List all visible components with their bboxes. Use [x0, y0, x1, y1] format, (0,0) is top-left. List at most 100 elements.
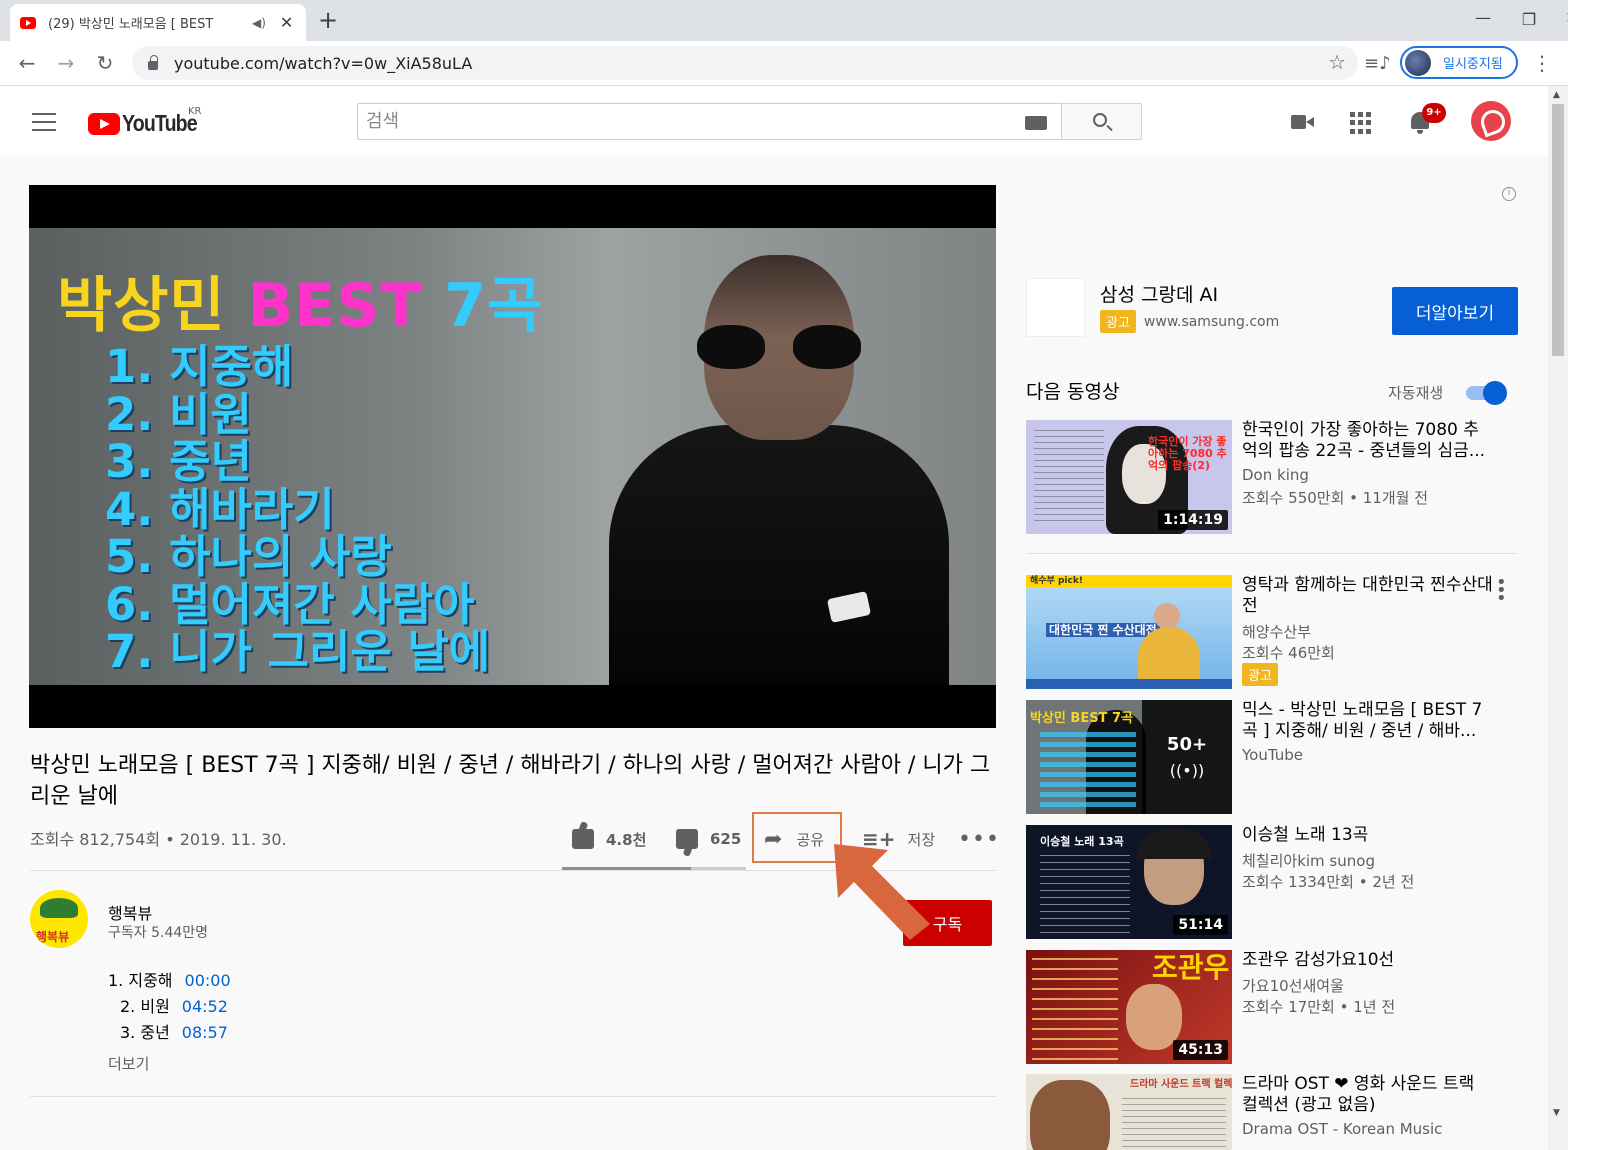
channel-name[interactable]: 행복뷰 [108, 900, 152, 924]
timestamp-link[interactable]: 00:00 [185, 968, 231, 994]
recommendation-channel[interactable]: 해양수산부 [1242, 621, 1311, 642]
url-text[interactable]: youtube.com/watch?v=0w_XiA58uLA [174, 54, 472, 73]
recommendation-meta: 조회수 17만회 • 1년 전 [1242, 998, 1396, 1016]
recommendation-channel[interactable]: 가요10선새여울 [1242, 975, 1344, 996]
ad-url: www.samsung.com [1143, 313, 1280, 330]
recommendation-thumbnail[interactable]: 해수부 pick! 대한민국 찐 수산대전 [1026, 575, 1232, 689]
scroll-down-icon[interactable]: ▼ [1553, 1108, 1560, 1118]
profile-avatar [1405, 49, 1431, 76]
new-tab-button[interactable]: + [318, 6, 338, 34]
share-button[interactable]: ➦ 공유 [764, 818, 824, 860]
recommendation-thumbnail[interactable]: 이승철 노래 13곡 51:14 [1026, 825, 1232, 939]
share-label: 공유 [796, 830, 825, 849]
back-arrow-icon[interactable]: ← [12, 48, 42, 78]
more-actions-button[interactable]: ••• [958, 818, 1000, 860]
recommendation-title[interactable]: 조관우 감성가요10선 [1242, 950, 1494, 971]
video-player[interactable]: 박상민 BEST 7곡 1. 지중해 2. 비원 3. 중년 4. 해바라기 5… [29, 185, 996, 728]
sidebar-ad[interactable]: 삼성 그랑데 AI 광고 www.samsung.com 더알아보기 [1026, 278, 1518, 338]
media-control-icon[interactable]: ≡♪ [1364, 53, 1391, 74]
minimize-button[interactable]: — [1460, 4, 1506, 32]
timestamp-link[interactable]: 04:52 [182, 994, 228, 1020]
recommendation-item[interactable]: 드라마 사운드 트랙 컬렉션 드라마 OST ❤ 영화 사운드 트랙 컬렉션 (… [1026, 1074, 1518, 1150]
recommendation-meta: 조회수 46만회 [1242, 644, 1335, 662]
browser-tab[interactable]: (29) 박상민 노래모음 [ BEST ◀) ✕ [10, 4, 306, 41]
keyboard-icon[interactable] [1025, 116, 1047, 130]
subscriber-count: 구독자 5.44만명 [108, 925, 209, 941]
notification-count-badge: 9+ [1422, 103, 1446, 123]
dislike-count: 625 [710, 830, 742, 848]
lock-icon [148, 54, 158, 70]
duration-badge: 51:14 [1173, 915, 1228, 935]
recommendation-item[interactable]: 이승철 노래 13곡 51:14 이승철 노래 13곡 체칠리아kim suno… [1026, 825, 1518, 939]
restore-button[interactable]: ❐ [1506, 6, 1552, 34]
autoplay-label: 자동재생 [1388, 384, 1444, 402]
more-horizontal-icon: ••• [958, 826, 1000, 852]
search-button[interactable] [1061, 103, 1142, 140]
recommendation-title[interactable]: 드라마 OST ❤ 영화 사운드 트랙 컬렉션 (광고 없음) [1242, 1074, 1494, 1116]
create-video-icon[interactable] [1291, 110, 1315, 134]
reload-icon[interactable]: ↻ [90, 48, 120, 78]
annotation-arrow-icon [834, 844, 930, 940]
dislike-button[interactable]: 625 [676, 818, 741, 860]
user-avatar[interactable] [1471, 101, 1511, 141]
region-code: KR [188, 106, 202, 117]
apps-grid-icon[interactable] [1350, 110, 1374, 134]
close-tab-icon[interactable]: ✕ [280, 13, 293, 32]
recommendation-item[interactable]: 조관우 45:13 조관우 감성가요10선 가요10선새여울 조회수 17만회 … [1026, 950, 1518, 1064]
search-icon [1093, 113, 1107, 127]
recommendation-thumbnail[interactable]: 한국인이 가장 좋아하는 7080 추억의 팝송(2) 1:14:19 [1026, 420, 1232, 534]
bookmark-star-icon[interactable]: ☆ [1328, 50, 1346, 74]
recommendation-channel[interactable]: Drama OST - Korean Music [1242, 1120, 1442, 1138]
tab-title: (29) 박상민 노래모음 [ BEST [48, 17, 214, 32]
recommendation-channel[interactable]: 체칠리아kim sunog [1242, 850, 1375, 871]
address-bar[interactable]: youtube.com/watch?v=0w_XiA58uLA ☆ [132, 46, 1358, 80]
youtube-logo[interactable]: YouTube KR [88, 106, 210, 137]
search-box [357, 103, 1062, 140]
recommendation-thumbnail[interactable]: 박상민 BEST 7곡 50+ ((•)) [1026, 700, 1232, 814]
guide-menu-icon[interactable] [32, 113, 56, 131]
recommendation-thumbnail[interactable]: 드라마 사운드 트랙 컬렉션 [1026, 1074, 1232, 1150]
description-line: 3. 중년 08:57 [108, 1020, 231, 1046]
info-icon[interactable]: i [1502, 187, 1516, 201]
search-input[interactable] [358, 104, 998, 139]
thumb-down-icon [676, 829, 698, 849]
profile-button[interactable]: 일시중지됨 [1400, 46, 1518, 79]
recommendation-item[interactable]: 한국인이 가장 좋아하는 7080 추억의 팝송(2) 1:14:19 한국인이… [1026, 420, 1518, 534]
like-button[interactable]: 4.8천 [572, 818, 646, 860]
more-vertical-icon[interactable]: • • • [1496, 574, 1507, 608]
autoplay-toggle[interactable] [1464, 381, 1508, 405]
speaker-icon[interactable]: ◀) [252, 16, 266, 30]
duration-badge: 1:14:19 [1158, 510, 1228, 530]
recommendation-item[interactable]: 해수부 pick! 대한민국 찐 수산대전 영탁과 함께하는 대한민국 찐수산대… [1026, 574, 1518, 689]
view-count-date: 조회수 812,754회 • 2019. 11. 30. [30, 830, 287, 849]
show-more-link[interactable]: 더보기 [108, 1053, 149, 1074]
page-scrollbar[interactable]: ▲ ▼ [1548, 86, 1568, 1150]
recommendation-channel[interactable]: YouTube [1242, 746, 1303, 764]
chrome-menu-icon[interactable]: ⋮ [1532, 51, 1552, 75]
timestamp-link[interactable]: 08:57 [182, 1020, 228, 1046]
profile-label: 일시중지됨 [1443, 57, 1503, 72]
scroll-up-icon[interactable]: ▲ [1553, 90, 1560, 100]
recommendation-channel[interactable]: Don king [1242, 466, 1309, 484]
share-arrow-icon: ➦ [764, 826, 783, 852]
duration-badge: 45:13 [1173, 1040, 1228, 1060]
description-divider [30, 1096, 996, 1097]
recommendation-title[interactable]: 이승철 노래 13곡 [1242, 825, 1494, 846]
ad-badge: 광고 [1242, 663, 1278, 686]
browser-toolbar: ← → ↻ youtube.com/watch?v=0w_XiA58uLA ☆ … [0, 41, 1600, 86]
scrollbar-thumb[interactable] [1552, 104, 1564, 356]
recommendation-thumbnail[interactable]: 조관우 45:13 [1026, 950, 1232, 1064]
video-overlay-heading: 박상민 BEST 7곡 [57, 271, 544, 341]
channel-avatar[interactable]: 행복뷰 [30, 890, 88, 948]
recommendation-item[interactable]: 박상민 BEST 7곡 50+ ((•)) 믹스 - 박상민 노래모음 [ BE… [1026, 700, 1518, 814]
recommendation-title[interactable]: 한국인이 가장 좋아하는 7080 추억의 팝송 22곡 - 중년들의 심금..… [1242, 420, 1494, 462]
forward-arrow-icon[interactable]: → [51, 48, 81, 78]
channel-avatar-text: 행복뷰 [36, 930, 70, 944]
ad-cta-button[interactable]: 더알아보기 [1392, 287, 1518, 335]
recommendation-title[interactable]: 영탁과 함께하는 대한민국 찐수산대전 [1242, 575, 1494, 617]
youtube-favicon-icon [20, 16, 36, 29]
recommendation-title[interactable]: 믹스 - 박상민 노래모음 [ BEST 7곡 ] 지중해/ 비원 / 중년 /… [1242, 700, 1494, 742]
ad-badge: 광고 [1100, 310, 1136, 333]
like-count: 4.8천 [606, 830, 647, 849]
mix-overlay: 50+ ((•)) [1142, 700, 1232, 814]
